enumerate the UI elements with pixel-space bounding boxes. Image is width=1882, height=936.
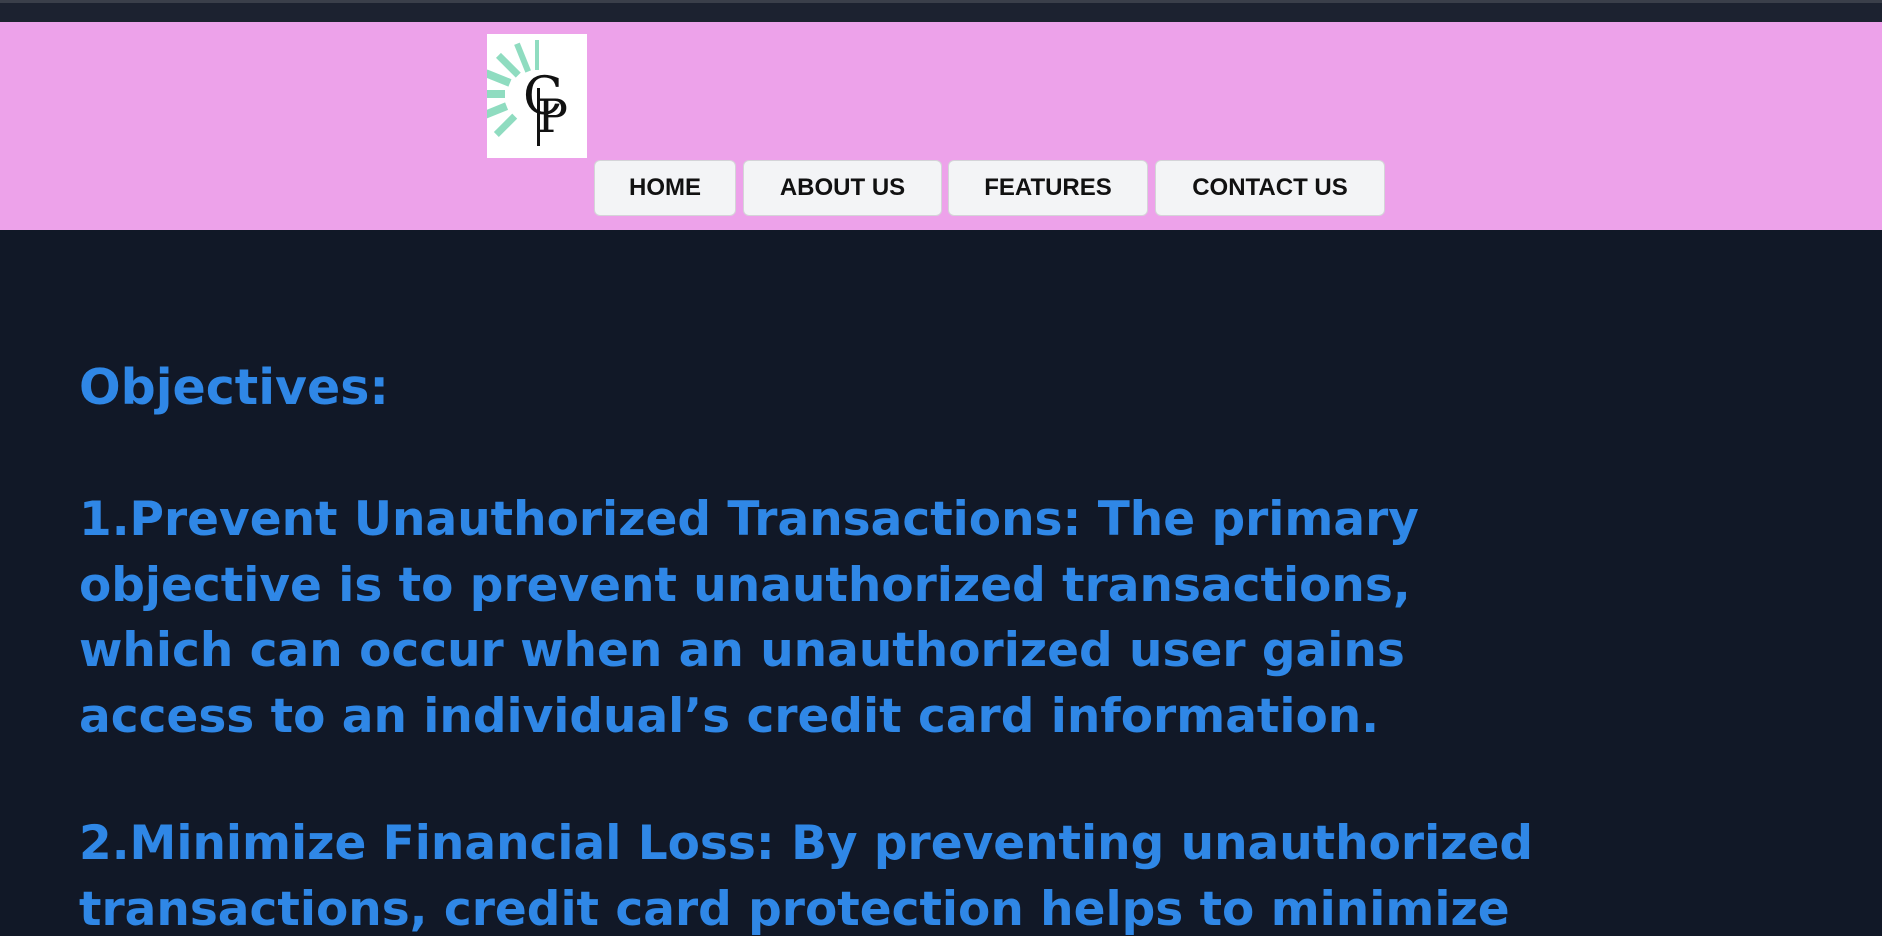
- objective-item: 1.Prevent Unauthorized Transactions: The…: [79, 487, 1579, 749]
- objective-title: 1.Prevent Unauthorized Transactions:: [79, 492, 1082, 547]
- logo-mark-icon: C P: [487, 40, 568, 146]
- site-header: C P HOME ABOUT US FEATURES CONTACT US: [0, 22, 1882, 230]
- nav-contact-us-button[interactable]: CONTACT US: [1155, 160, 1385, 216]
- objective-item: 2.Minimize Financial Loss: By preventing…: [79, 811, 1579, 936]
- svg-text:P: P: [537, 89, 568, 143]
- objective-title: 2.Minimize Financial Loss:: [79, 816, 775, 871]
- nav-home-button[interactable]: HOME: [594, 160, 736, 216]
- window-top-strip: [0, 0, 1882, 22]
- objectives-heading: Objectives:: [79, 359, 389, 416]
- nav-features-button[interactable]: FEATURES: [948, 160, 1148, 216]
- nav-about-us-button[interactable]: ABOUT US: [743, 160, 942, 216]
- site-logo[interactable]: C P: [487, 34, 587, 158]
